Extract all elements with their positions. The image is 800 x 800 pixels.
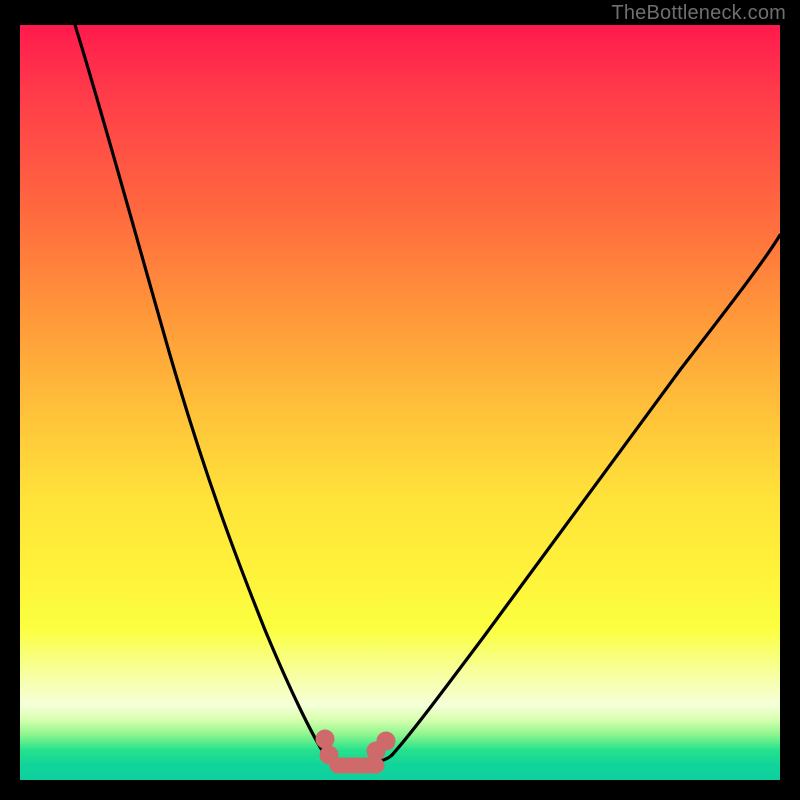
valley-dot <box>316 730 334 748</box>
curve-right-arm <box>392 235 780 755</box>
valley-dot <box>377 732 395 750</box>
plot-area <box>20 25 780 780</box>
bottleneck-curve <box>20 25 780 780</box>
valley-markers <box>316 730 395 773</box>
outer-frame: TheBottleneck.com <box>0 0 800 800</box>
curve-left-arm <box>75 25 325 755</box>
watermark-text: TheBottleneck.com <box>611 2 786 25</box>
